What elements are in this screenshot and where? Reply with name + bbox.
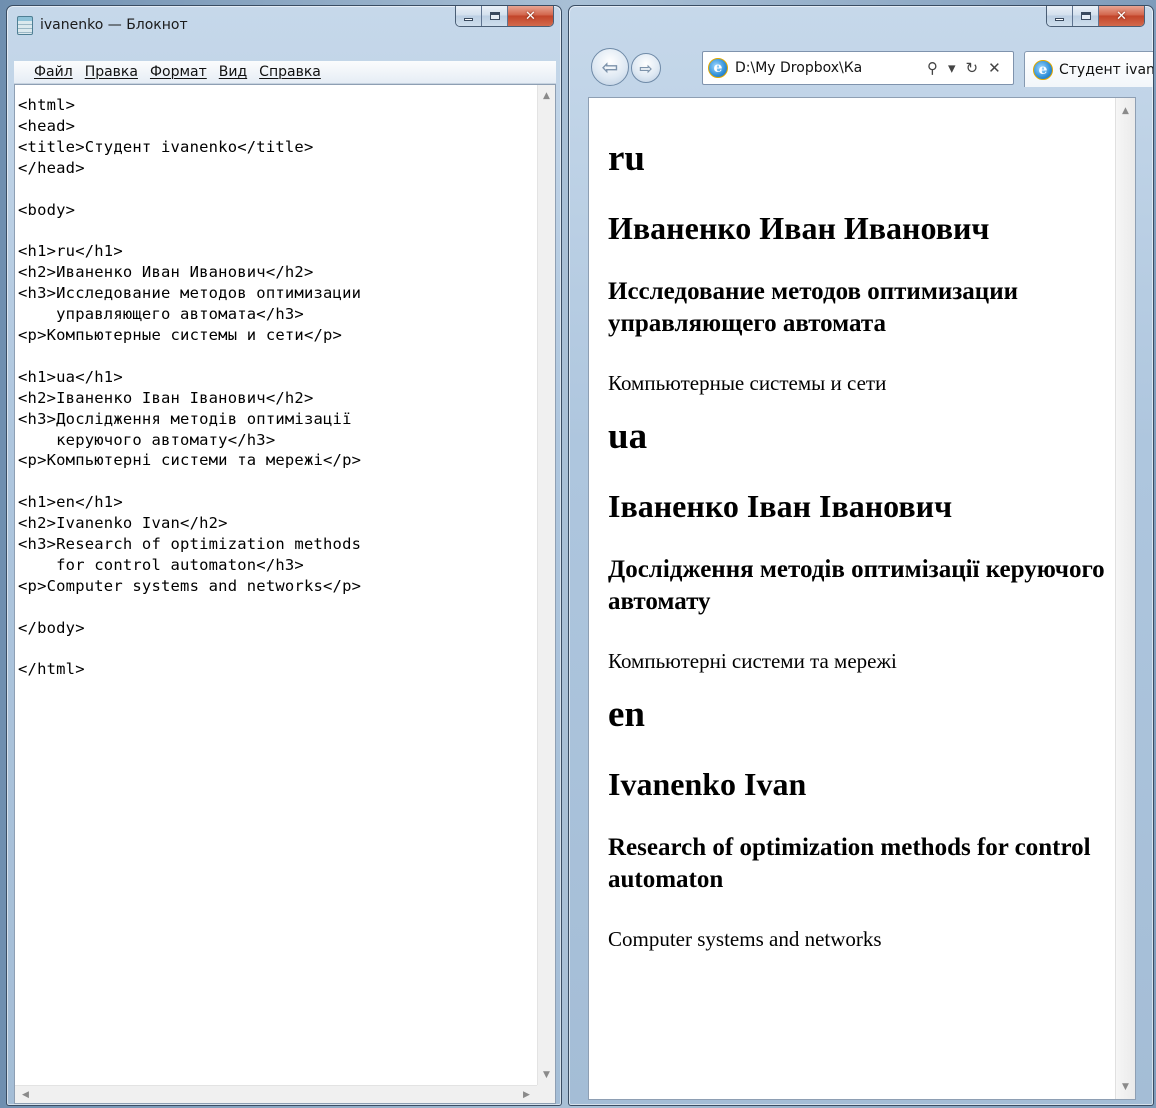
forward-button[interactable]: ⇨ bbox=[631, 53, 661, 83]
page-viewport[interactable]: ru Иваненко Иван Иванович Исследование м… bbox=[588, 97, 1136, 1100]
back-arrow-icon: ⇦ bbox=[601, 55, 619, 79]
maximize-icon bbox=[489, 12, 500, 20]
address-tools: ⚲ ▾ ↻ ✕ bbox=[927, 59, 1001, 77]
heading-ru: ru bbox=[608, 138, 645, 179]
scroll-down-icon[interactable]: ▼ bbox=[538, 1066, 555, 1083]
menu-view[interactable]: Вид bbox=[219, 64, 247, 80]
close-icon: ✕ bbox=[1116, 8, 1127, 24]
horizontal-scrollbar[interactable]: ◀ ▶ bbox=[15, 1085, 537, 1103]
name-en: Ivanenko Ivan bbox=[608, 766, 807, 802]
minimize-icon bbox=[464, 18, 473, 21]
close-button[interactable]: ✕ bbox=[508, 6, 553, 26]
browser-tab[interactable]: e Студент ivanenko bbox=[1024, 51, 1154, 87]
scroll-up-icon[interactable]: ▲ bbox=[1117, 102, 1134, 119]
editor-content[interactable]: <html> <head> <title>Студент ivanenko</t… bbox=[18, 95, 528, 680]
notepad-window: ivanenko — Блокнот ✕ Файл Правка Формат … bbox=[6, 5, 562, 1106]
maximize-icon bbox=[1080, 12, 1091, 20]
close-icon: ✕ bbox=[525, 8, 536, 24]
page-icon: e bbox=[708, 58, 728, 78]
scroll-up-icon[interactable]: ▲ bbox=[538, 87, 555, 104]
heading-ua: ua bbox=[608, 416, 648, 457]
scroll-right-icon[interactable]: ▶ bbox=[518, 1086, 535, 1103]
forward-arrow-icon: ⇨ bbox=[639, 58, 653, 78]
stop-icon[interactable]: ✕ bbox=[988, 59, 1001, 77]
tab-title: Студент ivanenko bbox=[1059, 61, 1154, 78]
scroll-down-icon[interactable]: ▼ bbox=[1117, 1078, 1134, 1095]
address-bar[interactable]: e D:\My Dropbox\Ка ⚲ ▾ ↻ ✕ bbox=[702, 51, 1014, 85]
menu-edit[interactable]: Правка bbox=[85, 64, 138, 80]
notepad-titlebar[interactable]: ivanenko — Блокнот bbox=[17, 14, 188, 36]
minimize-button[interactable] bbox=[456, 6, 482, 26]
back-button[interactable]: ⇦ bbox=[591, 48, 629, 86]
department-en: Computer systems and networks bbox=[608, 927, 882, 951]
notepad-icon bbox=[17, 15, 33, 35]
minimize-button[interactable] bbox=[1047, 6, 1073, 26]
department-ru: Компьютерные системы и сети bbox=[608, 371, 887, 395]
topic-en: Research of optimization methods for con… bbox=[608, 834, 1091, 893]
page-scrollbar[interactable]: ▲ ▼ bbox=[1115, 98, 1135, 1099]
notepad-title: ivanenko — Блокнот bbox=[40, 17, 188, 33]
topic-ru: Исследование методов оптимизации управля… bbox=[608, 278, 1019, 337]
close-button[interactable]: ✕ bbox=[1099, 6, 1144, 26]
topic-ua: Дослідження методів оптимізації керуючог… bbox=[608, 556, 1105, 615]
resize-grip[interactable] bbox=[537, 1085, 555, 1103]
refresh-icon[interactable]: ↻ bbox=[966, 59, 979, 77]
dropdown-icon[interactable]: ▾ bbox=[948, 59, 956, 77]
scroll-left-icon[interactable]: ◀ bbox=[17, 1086, 34, 1103]
notepad-caption-buttons: ✕ bbox=[455, 6, 554, 27]
browser-window: ✕ ⇦ ⇨ e D:\My Dropbox\Ка ⚲ ▾ ↻ ✕ e Студе… bbox=[568, 5, 1154, 1106]
page-content: ru Иваненко Иван Иванович Исследование м… bbox=[608, 118, 1108, 964]
heading-en: en bbox=[608, 694, 645, 735]
vertical-scrollbar[interactable]: ▲ ▼ bbox=[537, 85, 555, 1085]
menu-bar: Файл Правка Формат Вид Справка bbox=[14, 61, 556, 84]
internet-explorer-icon: e bbox=[1033, 59, 1053, 80]
menu-file[interactable]: Файл bbox=[34, 64, 73, 80]
maximize-button[interactable] bbox=[482, 6, 508, 26]
maximize-button[interactable] bbox=[1073, 6, 1099, 26]
name-ua: Іваненко Іван Іванович bbox=[608, 488, 953, 524]
name-ru: Иваненко Иван Иванович bbox=[608, 210, 990, 246]
menu-format[interactable]: Формат bbox=[150, 64, 207, 80]
address-text[interactable]: D:\My Dropbox\Ка bbox=[735, 60, 921, 76]
menu-help[interactable]: Справка bbox=[259, 64, 321, 80]
search-icon[interactable]: ⚲ bbox=[927, 59, 938, 77]
minimize-icon bbox=[1055, 18, 1064, 21]
browser-caption-buttons: ✕ bbox=[1046, 6, 1145, 27]
text-editor[interactable]: <html> <head> <title>Студент ivanenko</t… bbox=[14, 84, 556, 1104]
department-ua: Компьютерні системи та мережі bbox=[608, 649, 897, 673]
